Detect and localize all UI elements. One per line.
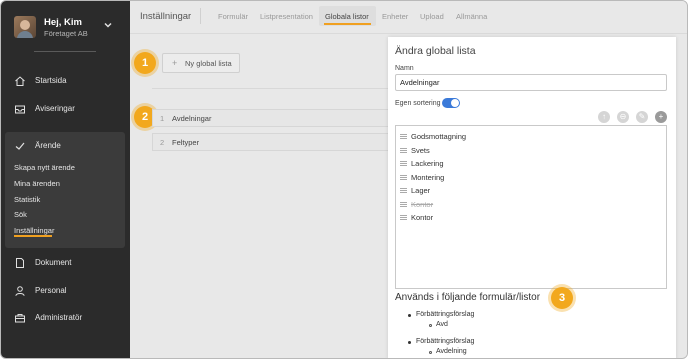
user-menu[interactable]: Hej, Kim Företaget AB: [14, 14, 114, 40]
sidebar-item-label: Administratör: [35, 313, 83, 322]
home-icon: [15, 76, 25, 86]
drag-handle-icon[interactable]: [400, 148, 407, 153]
tab-globala-listor[interactable]: Globala listor: [325, 12, 369, 21]
move-up-icon[interactable]: ↑: [598, 111, 610, 123]
tab-enheter[interactable]: Enheter: [382, 12, 408, 21]
row-number: 2: [160, 138, 165, 147]
sidebar-subitem-skapa[interactable]: Skapa nytt ärende: [14, 163, 75, 172]
tab-listpresentation[interactable]: Listpresentation: [260, 12, 313, 21]
briefcase-icon: [15, 314, 25, 323]
row-number: 1: [160, 114, 165, 123]
list-item[interactable]: Lackering: [400, 158, 660, 170]
sidebar-item-label: Startsida: [35, 76, 67, 85]
sidebar-item-label: Ärende: [35, 141, 61, 150]
item-text: Kontor: [411, 213, 434, 222]
list-item[interactable]: Montering: [400, 172, 660, 184]
sidebar-subitem-installningar[interactable]: Inställningar: [14, 226, 54, 235]
plus-icon: +: [172, 58, 178, 68]
bullet: [408, 314, 411, 317]
tab-allmanna[interactable]: Allmänna: [456, 12, 487, 21]
sidebar-subitem-mina[interactable]: Mina ärenden: [14, 179, 60, 188]
row-name: Avdelningar: [172, 114, 212, 123]
chevron-down-icon[interactable]: [103, 20, 113, 30]
step-badge-1: 1: [134, 52, 156, 74]
tab-formular[interactable]: Formulär: [218, 12, 248, 21]
custom-sort-label: Egen sortering: [395, 100, 441, 107]
document-icon: [16, 258, 24, 268]
panel-title: Ändra global lista: [395, 45, 476, 57]
drag-handle-icon[interactable]: [400, 161, 407, 166]
list-item[interactable]: Kontor: [400, 212, 660, 224]
sidebar-divider: [34, 51, 96, 52]
tab-bar: Inställningar Formulär Listpresentation …: [130, 1, 687, 29]
app-window: Hej, Kim Företaget AB Startsida Aviserin…: [0, 0, 688, 359]
sidebar-item-administrator[interactable]: Administratör: [1, 308, 130, 328]
active-indicator: [14, 235, 52, 237]
form-name: Förbättringsförslag: [416, 338, 475, 345]
person-icon: [15, 286, 25, 297]
row-name: Feltyper: [172, 138, 200, 147]
sidebar: Hej, Kim Företaget AB Startsida Aviserin…: [1, 1, 130, 358]
edit-global-list-panel: Ändra global lista Namn Egen sortering ↑…: [388, 37, 676, 358]
item-text: Lackering: [411, 159, 444, 168]
list-items-box: Godsmottagning Svets Lackering Montering…: [395, 125, 667, 289]
inbox-icon: [15, 105, 25, 114]
list-name: Avdelning: [436, 348, 467, 355]
item-text: Svets: [411, 146, 430, 155]
divider: [130, 33, 687, 34]
sidebar-subitem-sok[interactable]: Sök: [14, 210, 27, 219]
item-text-disabled: Kontor: [411, 200, 434, 209]
item-text: Godsmottagning: [411, 132, 467, 141]
list-name: Avd: [436, 321, 448, 328]
list-row[interactable]: 1 Avdelningar: [152, 109, 394, 127]
bullet: [429, 351, 432, 354]
sidebar-item-label: Dokument: [35, 258, 72, 267]
drag-handle-icon[interactable]: [400, 215, 407, 220]
custom-sort-toggle[interactable]: [442, 98, 460, 108]
sidebar-item-dokument[interactable]: Dokument: [1, 253, 130, 273]
drag-handle-icon[interactable]: [400, 202, 407, 207]
list-item[interactable]: Godsmottagning: [400, 131, 660, 143]
name-label: Namn: [395, 65, 414, 72]
delete-icon[interactable]: ⊖: [617, 111, 629, 123]
item-text: Montering: [411, 173, 445, 182]
check-icon: [15, 142, 25, 150]
bullet: [429, 324, 432, 327]
page-title: Inställningar: [140, 11, 192, 22]
used-in-title: Används i följande formulär/listor: [395, 292, 541, 303]
list-item[interactable]: Lager: [400, 185, 660, 197]
form-name: Förbättringsförslag: [416, 311, 475, 318]
sidebar-item-arende[interactable]: Ärende: [1, 136, 130, 156]
tab-upload[interactable]: Upload: [420, 12, 444, 21]
step-badge-3: 3: [551, 287, 573, 309]
button-label: Ny global lista: [185, 59, 232, 68]
divider: [200, 8, 201, 24]
edit-icon[interactable]: ✎: [636, 111, 648, 123]
list-item[interactable]: Kontor: [400, 199, 660, 211]
sidebar-item-label: Personal: [35, 286, 67, 295]
drag-handle-icon[interactable]: [400, 134, 407, 139]
name-input[interactable]: [395, 74, 667, 91]
sidebar-subitem-statistik[interactable]: Statistik: [14, 195, 40, 204]
new-global-list-button[interactable]: + Ny global lista: [162, 53, 240, 73]
avatar: [14, 16, 36, 38]
sidebar-item-aviseringar[interactable]: Aviseringar: [1, 99, 130, 119]
main-content: Inställningar Formulär Listpresentation …: [130, 1, 687, 358]
drag-handle-icon[interactable]: [400, 188, 407, 193]
active-tab-underline: [324, 23, 371, 25]
user-company: Företaget AB: [44, 29, 88, 38]
add-item-icon[interactable]: +: [655, 111, 667, 123]
bullet: [408, 341, 411, 344]
drag-handle-icon[interactable]: [400, 175, 407, 180]
item-text: Lager: [411, 186, 431, 195]
list-row[interactable]: 2 Feltyper: [152, 133, 394, 151]
sidebar-item-startsida[interactable]: Startsida: [1, 71, 130, 91]
list-item[interactable]: Svets: [400, 145, 660, 157]
sidebar-item-label: Aviseringar: [35, 104, 75, 113]
user-name: Hej, Kim: [44, 17, 83, 28]
divider: [152, 88, 392, 89]
sidebar-item-personal[interactable]: Personal: [1, 281, 130, 301]
